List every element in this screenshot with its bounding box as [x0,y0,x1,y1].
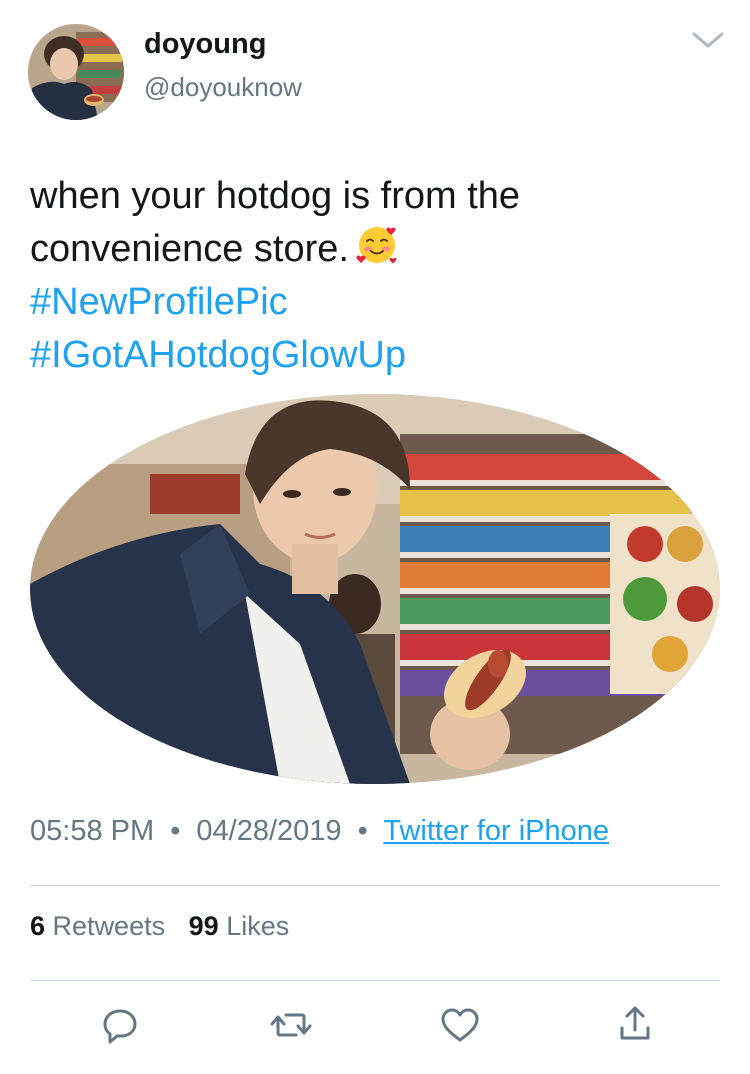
like-icon[interactable] [435,1000,485,1050]
smiling-face-with-hearts-icon [356,227,397,264]
handle[interactable]: @doyouknow [144,72,302,103]
likes-stat[interactable]: 99 Likes [189,911,290,941]
share-icon[interactable] [610,1000,660,1050]
reply-icon[interactable] [95,1000,145,1050]
meta-separator: • [170,815,181,847]
retweet-icon[interactable] [266,1000,316,1050]
source-link[interactable]: Twitter for iPhone [383,815,609,847]
display-name[interactable]: doyoung [144,28,266,61]
tweet-date: 04/28/2019 [196,815,342,847]
tweet-meta: 05:58 PM • 04/28/2019 • Twitter for iPho… [30,815,609,848]
profile-photo[interactable] [30,394,720,784]
retweets-stat[interactable]: 6 Retweets [30,911,165,941]
tweet-detail: doyoung @doyouknow when your hotdog is f… [0,0,750,1074]
meta-separator: • [357,815,368,847]
likes-label: Likes [226,911,290,941]
divider [30,980,720,981]
tweet-text-line: convenience store. [30,223,720,276]
avatar[interactable] [28,24,124,120]
likes-count: 99 [188,911,219,941]
divider [30,885,720,886]
tweet-text: when your hotdog is from the convenience… [30,170,720,382]
retweets-label: Retweets [52,911,166,941]
retweets-count: 6 [30,911,46,941]
hashtag-link[interactable]: #IGotAHotdogGlowUp [30,329,720,382]
hashtag-link[interactable]: #NewProfilePic [30,276,720,329]
action-bar [0,1000,750,1050]
tweet-stats: 6 Retweets 99 Likes [30,911,305,942]
tweet-text-segment: convenience store. [30,228,349,270]
chevron-down-icon[interactable] [688,28,728,52]
tweet-text-line: when your hotdog is from the [30,175,521,217]
tweet-time: 05:58 PM [30,815,155,847]
